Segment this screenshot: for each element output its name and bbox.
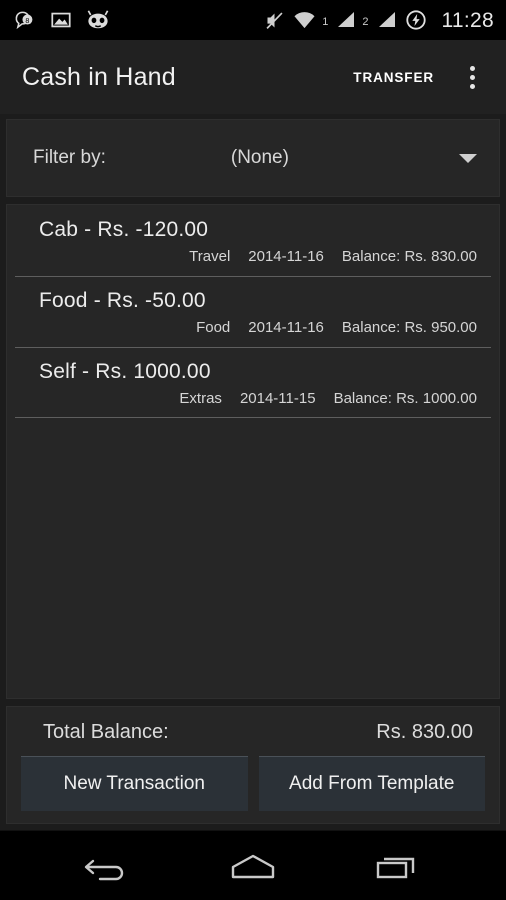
transaction-meta: Food 2014-11-16 Balance: Rs. 950.00: [21, 319, 485, 336]
chevron-down-icon[interactable]: [458, 153, 477, 163]
sim2-label: 2: [362, 16, 369, 28]
transaction-date: 2014-11-16: [248, 319, 324, 336]
filter-selected-value[interactable]: (None): [191, 147, 289, 169]
overflow-dot: [469, 74, 475, 80]
page-title: Cash in Hand: [22, 62, 176, 91]
list-item[interactable]: Self - Rs. 1000.00 Extras 2014-11-15 Bal…: [7, 347, 499, 418]
svg-text:8: 8: [25, 16, 29, 24]
overflow-dot: [469, 65, 475, 71]
footer-panel: Total Balance: Rs. 830.00 New Transactio…: [6, 706, 500, 824]
transaction-title: Food - Rs. -50.00: [39, 289, 206, 312]
content-area: Filter by: (None) Cab - Rs. -120.00 Trav…: [0, 114, 506, 830]
transaction-category: Food: [196, 319, 231, 336]
message-badge-icon: 8: [14, 9, 37, 32]
recents-icon[interactable]: [362, 840, 434, 892]
transfer-button[interactable]: TRANSFER: [341, 60, 446, 95]
navigation-bar: [0, 830, 506, 900]
battery-charging-icon: [405, 9, 427, 31]
transaction-title: Cab - Rs. -120.00: [39, 218, 209, 241]
transaction-balance: Balance: Rs. 1000.00: [333, 390, 477, 407]
signal-bars-sim2-icon: [377, 10, 397, 30]
transaction-date: 2014-11-15: [239, 390, 316, 407]
transaction-date: 2014-11-16: [248, 248, 324, 265]
overflow-dot: [469, 83, 475, 89]
footer-actions: New Transaction Add From Template: [21, 756, 485, 811]
sim1-label: 1: [322, 16, 329, 28]
signal-bars-sim1-icon: [336, 10, 356, 30]
list-item[interactable]: Food - Rs. -50.00 Food 2014-11-16 Balanc…: [7, 276, 499, 347]
transaction-meta: Travel 2014-11-16 Balance: Rs. 830.00: [21, 248, 485, 265]
filter-row[interactable]: Filter by: (None): [6, 119, 500, 197]
transaction-category: Extras: [179, 390, 222, 407]
transaction-list[interactable]: Cab - Rs. -120.00 Travel 2014-11-16 Bala…: [6, 204, 500, 699]
wifi-icon: [293, 10, 316, 31]
new-transaction-button[interactable]: New Transaction: [21, 756, 248, 811]
status-system-icons: 1 2 11:28: [264, 9, 494, 31]
overflow-menu-icon[interactable]: [452, 53, 492, 101]
back-icon[interactable]: [72, 840, 144, 892]
status-clock: 11:28: [441, 8, 494, 32]
filter-label: Filter by:: [33, 147, 106, 168]
total-balance-row: Total Balance: Rs. 830.00: [21, 721, 485, 744]
home-icon[interactable]: [217, 840, 289, 892]
status-notification-icons: 8: [14, 9, 111, 32]
total-balance-value: Rs. 830.00: [376, 721, 473, 743]
cyanogenmod-icon: [85, 9, 111, 31]
transaction-title: Self - Rs. 1000.00: [39, 360, 211, 383]
list-item[interactable]: Cab - Rs. -120.00 Travel 2014-11-16 Bala…: [7, 205, 499, 276]
transaction-category: Travel: [189, 248, 231, 265]
transaction-balance: Balance: Rs. 950.00: [341, 319, 477, 336]
status-bar: 8 1 2 11:28: [0, 0, 506, 40]
add-from-template-button[interactable]: Add From Template: [258, 756, 485, 811]
transaction-balance: Balance: Rs. 830.00: [341, 248, 477, 265]
mute-icon: [264, 10, 285, 31]
total-balance-label: Total Balance:: [43, 721, 169, 743]
phone-screen: 8 1 2 11:28 Cash in Hand TRANSFER Filter…: [0, 0, 506, 900]
app-bar: Cash in Hand TRANSFER: [0, 40, 506, 114]
photo-icon: [50, 9, 72, 31]
transaction-meta: Extras 2014-11-15 Balance: Rs. 1000.00: [21, 390, 485, 407]
